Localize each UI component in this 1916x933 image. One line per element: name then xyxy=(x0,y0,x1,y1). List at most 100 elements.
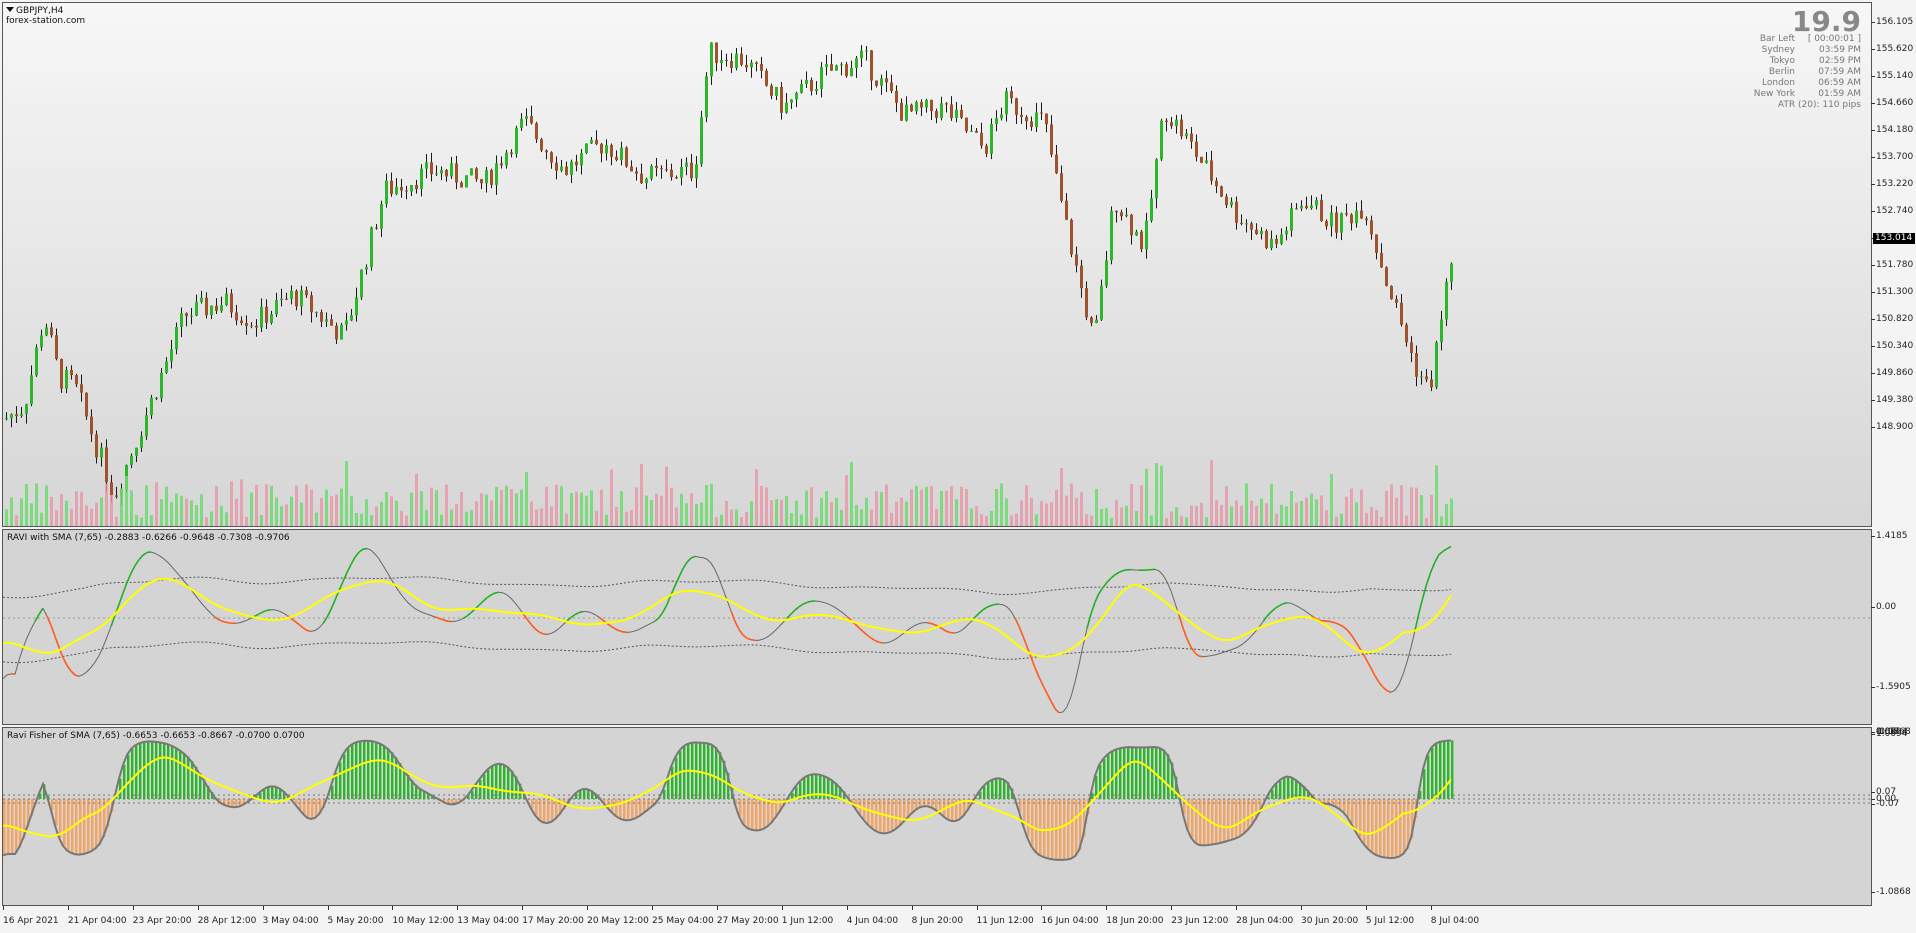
fisher-bar xyxy=(719,752,722,799)
fisher-bar xyxy=(671,766,674,799)
volume-bar xyxy=(1345,496,1348,526)
volume-bar xyxy=(925,486,928,526)
ravi-segment xyxy=(1210,654,1216,657)
volume-bar xyxy=(935,508,938,526)
volume-bar xyxy=(1055,489,1058,526)
candle-body xyxy=(1135,231,1138,236)
candle-body xyxy=(1210,160,1213,181)
candle-body xyxy=(470,168,473,176)
candle-body xyxy=(160,372,163,399)
ravi-segment xyxy=(498,591,504,594)
candle-body xyxy=(100,447,103,458)
fisher-bar xyxy=(1287,776,1290,799)
ravi-segment xyxy=(1050,700,1056,710)
candle-body xyxy=(630,166,633,172)
ravi-segment xyxy=(418,610,424,614)
volume-bar xyxy=(1405,515,1408,526)
ravi-segment xyxy=(1334,622,1340,626)
ravi-segment xyxy=(118,592,124,605)
fisher-bar xyxy=(1375,799,1378,855)
chart-header: GBPJPY,H4 forex-station.com xyxy=(6,6,85,26)
ravi-segment xyxy=(198,599,204,606)
candle-body xyxy=(645,178,648,184)
volume-bar xyxy=(965,489,968,526)
candle-body xyxy=(195,302,198,316)
ravi-segment xyxy=(490,592,496,596)
candle-body xyxy=(1425,376,1428,380)
ravi-segment xyxy=(958,628,964,633)
fisher-bar xyxy=(63,799,66,846)
volume-bar xyxy=(805,490,808,526)
candle-body xyxy=(600,144,603,154)
candle-body xyxy=(660,168,663,170)
candle-body xyxy=(210,305,213,316)
volume-bar xyxy=(1425,517,1428,526)
candle-body xyxy=(995,118,998,124)
candle-body xyxy=(1105,260,1108,286)
fisher-bar xyxy=(159,742,162,799)
volume-bar xyxy=(985,515,988,526)
candle-body xyxy=(375,227,378,229)
candle-body xyxy=(1365,218,1368,221)
volume-bar xyxy=(1395,497,1398,526)
candle-body xyxy=(1345,213,1348,215)
ravi-segment xyxy=(1238,643,1244,647)
volume-bar xyxy=(340,488,343,526)
axis-tick-label: 153.220 xyxy=(1870,179,1914,189)
volume-bar xyxy=(800,514,803,526)
dropdown-triangle-icon[interactable] xyxy=(6,7,14,12)
ravi-segment xyxy=(750,638,756,642)
ravi-segment xyxy=(374,553,380,560)
fisher-bar xyxy=(675,757,678,799)
candle-body xyxy=(1015,98,1018,115)
candle-body xyxy=(560,166,563,171)
volume-bar xyxy=(385,492,388,526)
ravi-segment xyxy=(1190,646,1196,654)
ravi-segment xyxy=(402,596,408,602)
candle-body xyxy=(110,482,113,496)
volume-bar xyxy=(1205,517,1208,526)
ravi-segment xyxy=(1118,569,1124,574)
candle-body xyxy=(690,162,693,179)
ravi-segment xyxy=(54,636,60,648)
candle-body xyxy=(530,116,533,124)
fisher-bar xyxy=(739,799,742,817)
volume-bar xyxy=(1215,500,1218,526)
fisher-indicator-pane[interactable]: Ravi Fisher of SMA (7,65) -0.6653 -0.665… xyxy=(2,727,1872,906)
candle-body xyxy=(150,397,153,416)
candle-body xyxy=(1085,288,1088,318)
fisher-bar xyxy=(615,799,618,816)
fisher-bar xyxy=(1291,777,1294,799)
candle-body xyxy=(695,164,698,179)
fisher-bar xyxy=(1391,799,1394,859)
axis-tick-label: -1.5905 xyxy=(1871,682,1911,692)
candle-body xyxy=(90,416,93,435)
volume-bar xyxy=(325,489,328,526)
fisher-bar xyxy=(479,779,482,799)
ravi-segment xyxy=(398,591,404,598)
fisher-bar xyxy=(1111,751,1114,799)
ravi-segment xyxy=(1094,593,1100,603)
ravi-segment xyxy=(570,613,576,619)
ravi-segment xyxy=(874,639,880,644)
info-row: London 06:59 AM xyxy=(1725,78,1861,89)
ravi-indicator-pane[interactable]: RAVI with SMA (7,65) -0.2883 -0.6266 -0.… xyxy=(2,529,1872,725)
volume-bar xyxy=(530,501,533,526)
candle-body xyxy=(230,293,233,313)
volume-bar xyxy=(980,514,983,526)
ravi-segment xyxy=(206,609,212,614)
volume-bar xyxy=(35,483,38,526)
volume-bar xyxy=(540,508,543,526)
ravi-segment xyxy=(1214,653,1220,656)
symbol-label[interactable]: GBPJPY,H4 xyxy=(6,6,85,16)
fisher-bar xyxy=(1399,799,1402,857)
time-tick-label: 8 Jun 20:00 xyxy=(911,906,964,926)
price-chart-pane[interactable]: GBPJPY,H4 forex-station.com 19.9 Bar Lef… xyxy=(2,2,1872,527)
volume-bar xyxy=(425,509,428,526)
volume-bar xyxy=(645,495,648,526)
ravi-segment xyxy=(94,655,100,663)
volume-bar xyxy=(160,499,163,526)
ravi-segment xyxy=(326,609,332,618)
volume-bar xyxy=(375,506,378,526)
candle-body xyxy=(840,64,843,66)
